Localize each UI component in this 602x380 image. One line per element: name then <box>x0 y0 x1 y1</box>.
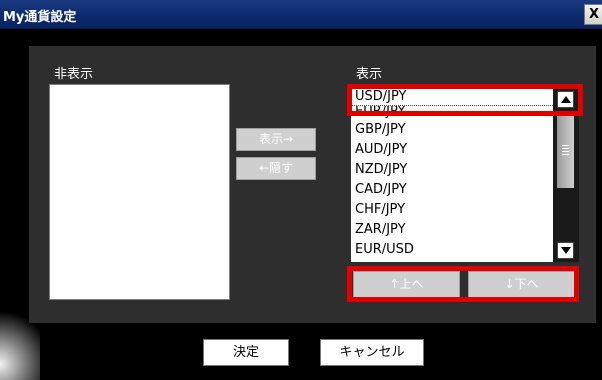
list-item-zar-jpy[interactable]: ZAR/JPY <box>351 220 555 240</box>
window-title: My通貨設定 <box>3 10 77 25</box>
list-item-aud-jpy[interactable]: AUD/JPY <box>351 140 555 160</box>
highlight-selected-item <box>347 84 583 116</box>
hidden-currency-list[interactable] <box>49 84 230 300</box>
close-icon: X <box>589 7 600 22</box>
list-item-chf-jpy[interactable]: CHF/JPY <box>351 200 555 220</box>
cancel-button[interactable]: キャンセル <box>320 339 424 366</box>
hidden-list-label: 非表示 <box>54 67 94 82</box>
list-item-cad-jpy[interactable]: CAD/JPY <box>351 180 555 200</box>
my-currency-settings-window: My通貨設定 X 非表示 表示 表示→ ←隠す USD/JPY EUR/JPY … <box>0 0 602 380</box>
hide-button[interactable]: ←隠す <box>236 157 316 180</box>
highlight-order-buttons <box>347 266 579 302</box>
scroll-thumb[interactable] <box>557 113 574 188</box>
ok-button[interactable]: 決定 <box>203 339 289 366</box>
title-bar: My通貨設定 X <box>0 0 602 29</box>
list-item-gbp-jpy[interactable]: GBP/JPY <box>351 120 555 140</box>
grip-icon <box>562 145 569 155</box>
list-item-eur-usd[interactable]: EUR/USD <box>351 240 555 260</box>
shown-list-label: 表示 <box>356 67 383 82</box>
arrow-down-icon <box>561 247 571 254</box>
list-item-nzd-jpy[interactable]: NZD/JPY <box>351 160 555 180</box>
scroll-down-button[interactable] <box>557 242 574 259</box>
close-button[interactable]: X <box>584 4 602 25</box>
show-button[interactable]: 表示→ <box>236 128 316 151</box>
